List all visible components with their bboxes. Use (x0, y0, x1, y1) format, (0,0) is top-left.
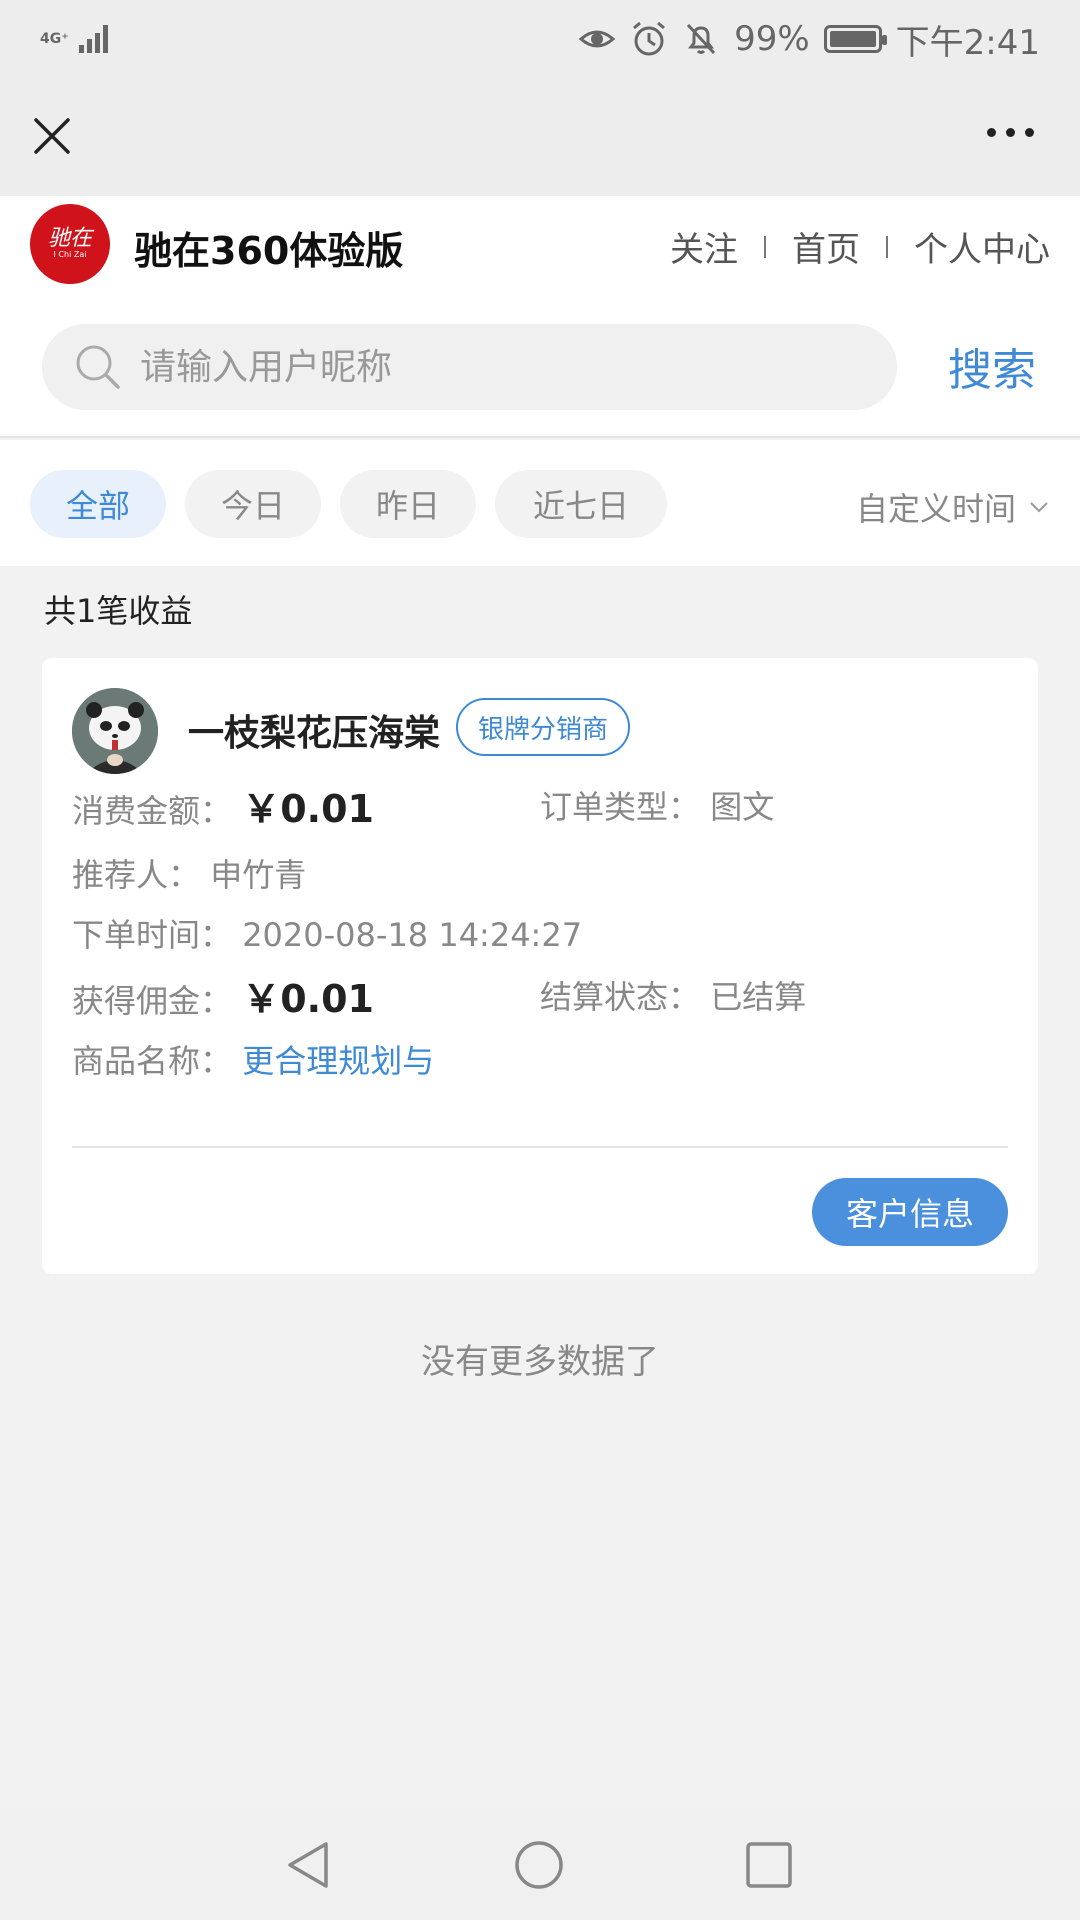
order-time-label: 下单时间： (72, 916, 233, 954)
filter-today[interactable]: 今日 (185, 470, 321, 538)
brand-header: 驰在 I Chi Zai 驰在360体验版 关注 首页 个人中心 (0, 196, 1080, 294)
product-link[interactable]: 更合理规划与 (242, 1042, 434, 1080)
customer-info-button[interactable]: 客户信息 (812, 1178, 1008, 1246)
order-time-row: 下单时间： 2020-08-18 14:24:27 (72, 910, 582, 956)
filter-yesterday[interactable]: 昨日 (340, 470, 476, 538)
home-icon[interactable] (512, 1838, 566, 1892)
back-icon[interactable] (282, 1838, 336, 1892)
income-card: 一枝梨花压海棠 银牌分销商 消费金额： ￥0.01 订单类型： 图文 推荐人： … (42, 658, 1038, 1274)
eye-icon (578, 30, 616, 48)
order-type-label: 订单类型： (540, 788, 701, 826)
custom-time-dropdown[interactable]: 自定义时间 (856, 484, 1050, 530)
amount-row: 消费金额： ￥0.01 (72, 778, 374, 833)
order-type-value: 图文 (710, 788, 775, 826)
divider (764, 235, 766, 258)
search-input[interactable] (140, 346, 800, 388)
network-type: 4G⁺ (40, 31, 69, 47)
settle-status-label: 结算状态： (540, 978, 701, 1016)
home-link[interactable]: 首页 (792, 222, 860, 271)
recents-icon[interactable] (742, 1838, 796, 1892)
filter-all[interactable]: 全部 (30, 470, 166, 538)
order-time-value: 2020-08-18 14:24:27 (242, 916, 583, 954)
custom-time-label: 自定义时间 (855, 490, 1016, 528)
user-name: 一枝梨花压海棠 (188, 713, 441, 754)
clock-time: 下午2:41 (895, 22, 1040, 63)
commission-label: 获得佣金： (72, 982, 233, 1020)
referrer-label: 推荐人： (72, 856, 201, 894)
mute-bell-icon (686, 23, 716, 55)
brand-logo: 驰在 I Chi Zai (30, 204, 110, 284)
settle-status-value: 已结算 (710, 978, 807, 1016)
income-summary: 共1笔收益 (44, 592, 193, 630)
panda-avatar-image (72, 688, 158, 774)
personal-center-link[interactable]: 个人中心 (914, 222, 1050, 271)
search-box[interactable] (42, 324, 897, 410)
card-divider (72, 1146, 1008, 1148)
filter-last-7-days[interactable]: 近七日 (495, 470, 667, 538)
settle-status-row: 结算状态： 已结算 (540, 972, 806, 1018)
follow-link[interactable]: 关注 (670, 222, 738, 271)
close-icon[interactable] (30, 114, 74, 158)
webview-nav-bar (0, 78, 1080, 196)
product-label: 商品名称： (72, 1042, 233, 1080)
no-more-data-text: 没有更多数据了 (421, 1342, 659, 1382)
alarm-icon (633, 21, 666, 56)
search-icon (76, 345, 120, 389)
system-nav-bar (0, 1808, 1080, 1920)
brand-links: 关注 首页 个人中心 (670, 222, 1050, 271)
level-badge: 银牌分销商 (456, 698, 631, 756)
battery-percent: 99% (734, 19, 810, 59)
amount-value: ￥0.01 (242, 787, 374, 831)
commission-row: 获得佣金： ￥0.01 (72, 968, 374, 1023)
signal-area: 4G⁺ (40, 23, 115, 55)
search-button[interactable]: 搜索 (948, 334, 1036, 398)
search-area: 搜索 (0, 294, 1080, 438)
divider (886, 235, 888, 258)
amount-label: 消费金额： (72, 792, 233, 830)
referrer-value: 申竹青 (210, 856, 307, 894)
more-options-icon[interactable] (987, 128, 1034, 137)
avatar (72, 688, 158, 774)
brand-title: 驰在360体验版 (134, 229, 404, 273)
commission-value: ￥0.01 (242, 977, 374, 1021)
referrer-row: 推荐人： 申竹青 (72, 850, 306, 896)
signal-icon (78, 25, 108, 53)
chevron-down-icon (1030, 502, 1048, 513)
status-bar: 4G⁺ 99% 下午2:41 (0, 0, 1080, 78)
order-type-row: 订单类型： 图文 (540, 782, 774, 828)
battery-icon (823, 25, 887, 53)
filter-bar: 全部 今日 昨日 近七日 自定义时间 (0, 440, 1080, 566)
product-row: 商品名称： 更合理规划与 (72, 1036, 434, 1082)
